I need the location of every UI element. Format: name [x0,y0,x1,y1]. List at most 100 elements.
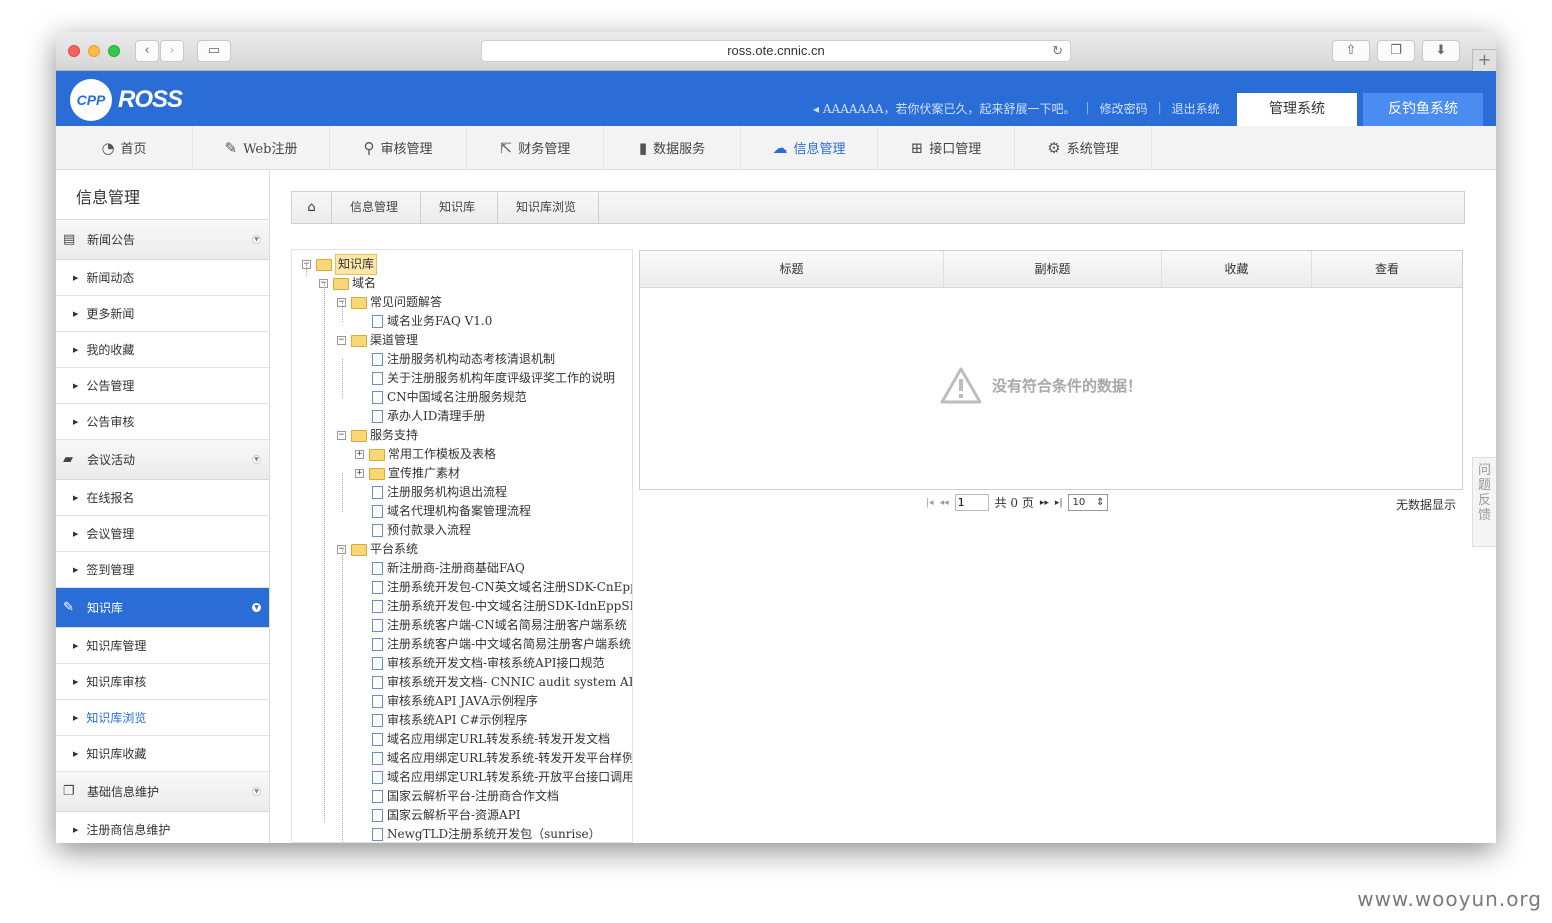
forward-button[interactable]: › [160,40,184,62]
collapse-icon[interactable]: − [337,336,346,345]
feedback-button[interactable]: 问题反馈 [1472,457,1496,547]
tree-node-label: 域名应用绑定URL转发系统-转发开发文档 [387,732,611,746]
sidebar-group-2[interactable]: ✎ 知识库 ▼ [56,588,269,628]
reload-icon[interactable]: ↻ [1052,41,1063,61]
tab-management-system[interactable]: 管理系统 [1237,93,1357,126]
sidebar-item-1-0[interactable]: ▶ 在线报名 [56,480,269,516]
column-favorite[interactable]: 收藏 [1162,251,1312,287]
tree-node[interactable]: 审核系统API C#示例程序 [371,711,528,730]
sidebar-item-2-1[interactable]: ▶ 知识库审核 [56,664,269,700]
sidebar-group-3[interactable]: ❐ 基础信息维护 ▼ [56,772,269,812]
tree-node-label: 知识库 [335,254,378,275]
tree-node[interactable]: NewgTLD注册系统开发包（sunrise） [371,825,601,842]
sidebar-item-0-2[interactable]: ▶ 我的收藏 [56,332,269,368]
page-number-input[interactable] [954,494,989,511]
column-view[interactable]: 查看 [1312,251,1462,287]
tree-node-label: 注册系统客户端-中文域名简易注册客户端系统 [387,637,632,651]
first-page-icon[interactable]: |◂ [926,498,934,508]
sidebar-group-label: 知识库 [87,601,124,615]
tree-node[interactable]: 审核系统开发文档- CNNIC audit system API man [371,673,632,692]
tree-node[interactable]: 注册系统开发包-CN英文域名注册SDK-CnEppS [371,578,632,597]
sidebar-item-label: 公告管理 [86,379,135,393]
sidebar-item-0-0[interactable]: ▶ 新闻动态 [56,260,269,296]
document-icon [372,828,383,841]
nav-item-3[interactable]: ⇱ 财务管理 [467,126,604,169]
tree-node[interactable]: 注册服务机构动态考核清退机制 [371,350,555,369]
sidebar-group-1[interactable]: ▰ 会议活动 ▼ [56,440,269,480]
nav-item-4[interactable]: ▮ 数据服务 [604,126,741,169]
tree-node[interactable]: 域名应用绑定URL转发系统-开放平台接口调用 [371,768,632,787]
expand-icon[interactable]: + [355,469,364,478]
tree-node[interactable]: 关于注册服务机构年度评级评奖工作的说明 [371,369,615,388]
tree-node[interactable]: 注册系统客户端-CN域名简易注册客户端系统 [371,616,627,635]
minimize-window-button[interactable] [88,45,100,57]
nav-item-2[interactable]: ⚲ 审核管理 [330,126,467,169]
sidebar-item-2-0[interactable]: ▶ 知识库管理 [56,628,269,664]
tree-node[interactable]: 域名业务FAQ V1.0 [371,312,492,331]
sidebar-toggle-icon[interactable]: ▭ [197,40,231,62]
sidebar-item-1-2[interactable]: ▶ 签到管理 [56,552,269,588]
tree-node[interactable]: 审核系统开发文档-审核系统API接口规范 [371,654,605,673]
nav-item-5[interactable]: ☁ 信息管理 [741,126,878,169]
tree-node[interactable]: − 知识库 [302,254,378,275]
tree-node[interactable]: 注册服务机构退出流程 [371,483,507,502]
tree-node[interactable]: − 常见问题解答 [337,293,442,312]
tree-node[interactable]: − 服务支持 [337,426,418,445]
close-window-button[interactable] [68,45,80,57]
share-icon[interactable]: ⇧ [1332,40,1370,62]
column-title[interactable]: 标题 [640,251,944,287]
nav-item-1[interactable]: ✎ Web注册 [193,126,330,169]
tree-node[interactable]: + 常用工作模板及表格 [355,445,496,464]
sidebar-item-label: 知识库收藏 [86,747,147,761]
new-tab-icon[interactable]: + [1472,49,1496,71]
logout-link[interactable]: 退出系统 [1172,100,1220,117]
breadcrumb-item-info[interactable]: 信息管理 [332,192,422,223]
sidebar-item-1-1[interactable]: ▶ 会议管理 [56,516,269,552]
tabs-overview-icon[interactable]: ❐ [1377,40,1415,62]
breadcrumb-item-kb[interactable]: 知识库 [421,192,499,223]
tree-node[interactable]: 承办人ID清理手册 [371,407,485,426]
back-button[interactable]: ‹ [135,40,159,62]
tree-node[interactable]: 审核系统API JAVA示例程序 [371,692,538,711]
tree-node[interactable]: 注册系统客户端-中文域名简易注册客户端系统 [371,635,631,654]
sidebar-item-2-3[interactable]: ▶ 知识库收藏 [56,736,269,772]
nav-item-7[interactable]: ⚙ 系统管理 [1015,126,1152,169]
tree-node-label: 常见问题解答 [370,295,443,309]
tree-node[interactable]: − 平台系统 [337,540,418,559]
last-page-icon[interactable]: ▸| [1055,498,1063,508]
column-subtitle[interactable]: 副标题 [944,251,1162,287]
nav-item-0[interactable]: ◔ 首页 [56,126,193,169]
collapse-icon[interactable]: − [337,431,346,440]
sidebar-item-2-2[interactable]: ▶ 知识库浏览 [56,700,269,736]
caret-right-icon: ▶ [73,381,79,390]
tree-node[interactable]: 国家云解析平台-注册商合作文档 [371,787,559,806]
tree-node[interactable]: 新注册商-注册商基础FAQ [371,559,525,578]
tree-node[interactable]: 域名代理机构备案管理流程 [371,502,531,521]
tree-node[interactable]: − 域名 [319,274,376,293]
home-icon[interactable]: ⌂ [292,192,332,223]
logo-badge: CPP [70,79,112,121]
tree-node[interactable]: 预付款录入流程 [371,521,471,540]
sidebar-item-0-4[interactable]: ▶ 公告审核 [56,404,269,440]
change-password-link[interactable]: 修改密码 [1100,100,1148,117]
tree-node[interactable]: + 宣传推广素材 [355,464,460,483]
nav-item-6[interactable]: ⊞ 接口管理 [878,126,1015,169]
expand-icon[interactable]: + [355,450,364,459]
page-size-select[interactable]: 10 ⇕ [1068,494,1109,511]
sidebar-item-0-3[interactable]: ▶ 公告管理 [56,368,269,404]
downloads-icon[interactable]: ⬇ [1422,40,1460,62]
tree-node[interactable]: 域名应用绑定URL转发系统-转发开发文档 [371,730,610,749]
sidebar-group-0[interactable]: ▤ 新闻公告 ▼ [56,220,269,260]
prev-page-icon[interactable]: ◂◂ [940,498,949,508]
tree-node[interactable]: CN中国域名注册服务规范 [371,388,527,407]
tree-node[interactable]: 域名应用绑定URL转发系统-转发开发平台样例 [371,749,632,768]
tree-node[interactable]: 注册系统开发包-中文域名注册SDK-IdnEppSDK [371,597,632,616]
tree-node[interactable]: 国家云解析平台-资源API [371,806,521,825]
next-page-icon[interactable]: ▸▸ [1040,498,1049,508]
sidebar-item-3-0[interactable]: ▶ 注册商信息维护 [56,812,269,843]
zoom-window-button[interactable] [108,45,120,57]
tab-anti-phishing-system[interactable]: 反钓鱼系统 [1363,93,1483,126]
address-bar[interactable]: ross.ote.cnnic.cn ↻ [481,40,1071,62]
sidebar-item-0-1[interactable]: ▶ 更多新闻 [56,296,269,332]
tree-node[interactable]: − 渠道管理 [337,331,418,350]
